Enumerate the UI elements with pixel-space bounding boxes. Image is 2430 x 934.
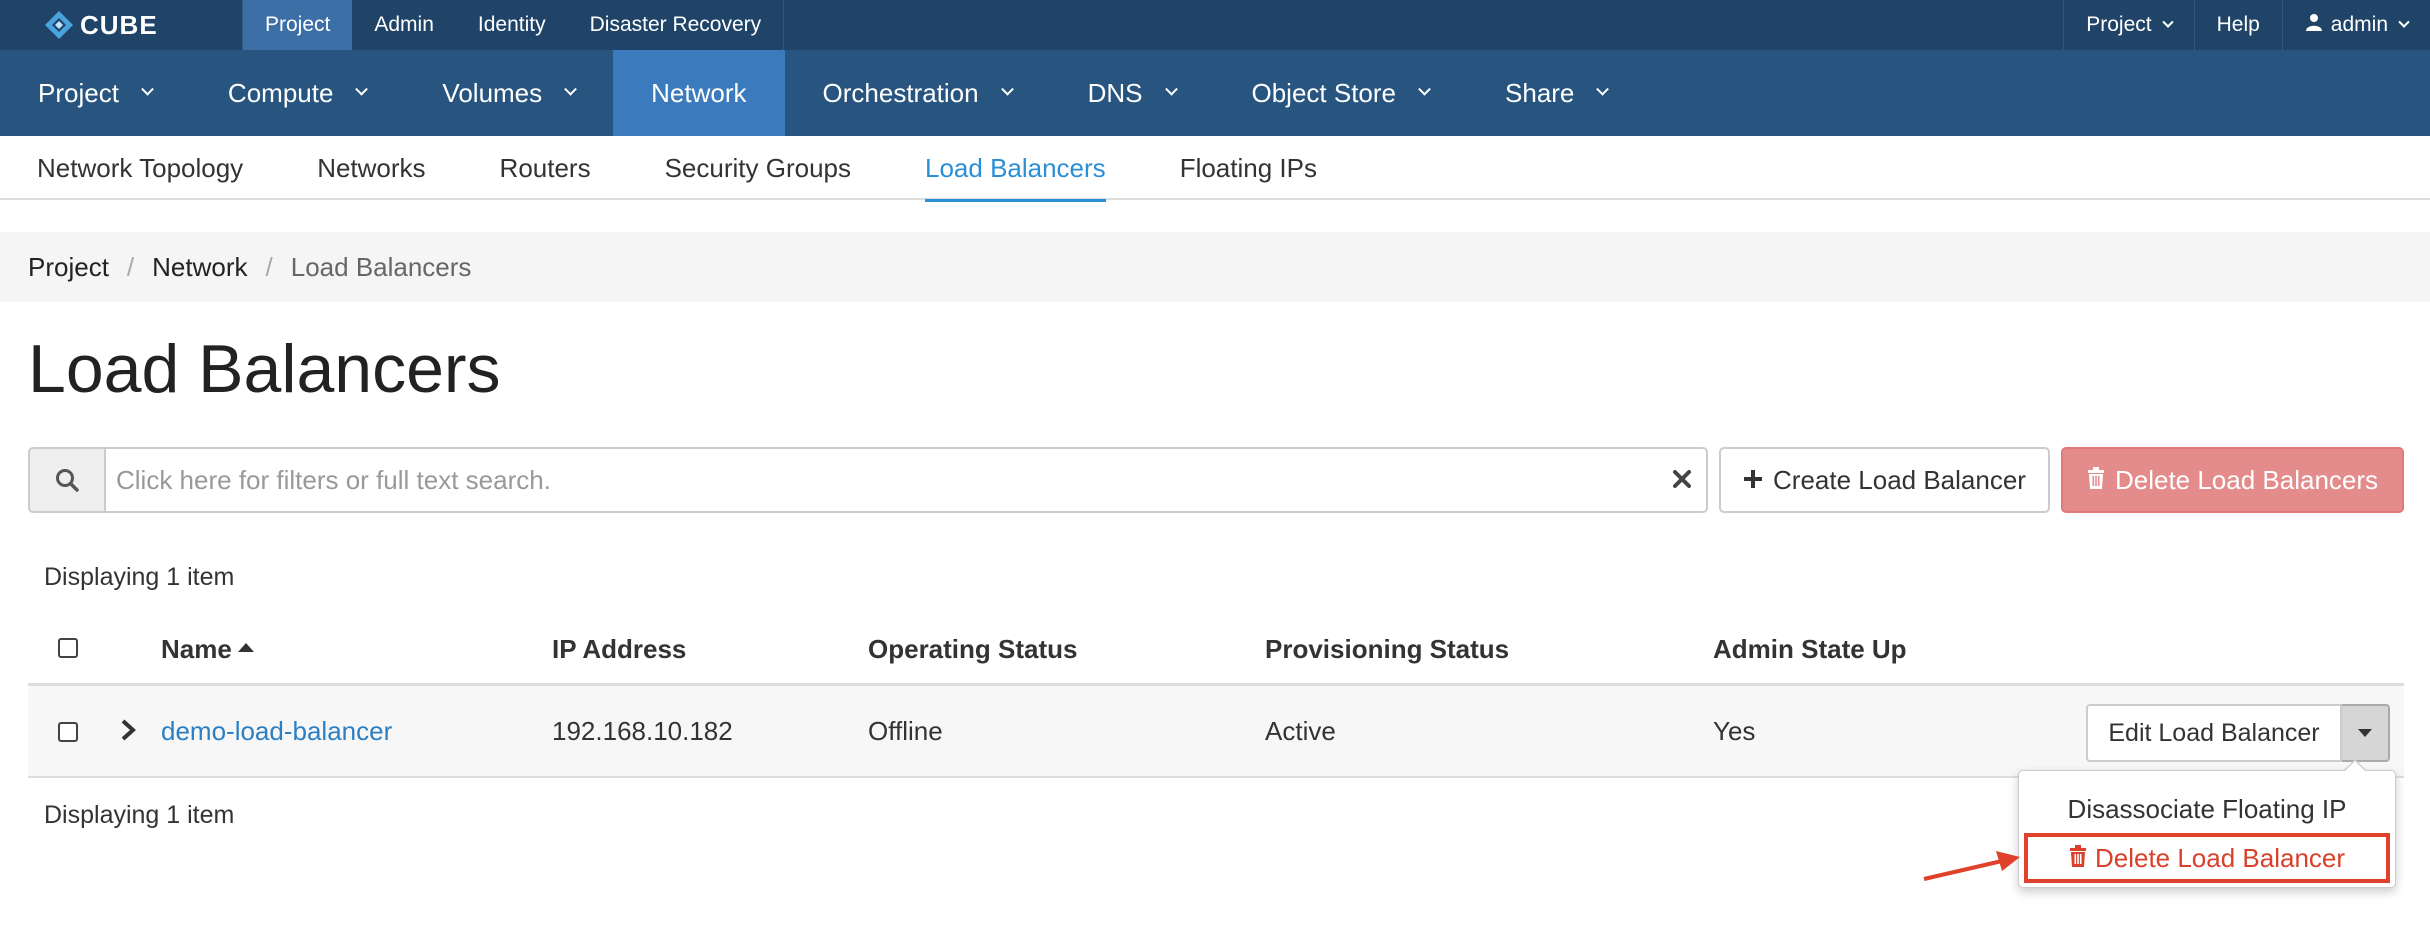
tab-floating-ips[interactable]: Floating IPs xyxy=(1143,136,1354,200)
mainnav-label: Compute xyxy=(227,77,334,108)
chevron-down-icon xyxy=(1164,82,1178,96)
row-actions: Edit Load Balancer xyxy=(2086,704,2390,762)
help-link[interactable]: Help xyxy=(2193,0,2282,50)
mainnav-dns[interactable]: DNS xyxy=(1050,50,1214,136)
search-icon[interactable] xyxy=(28,447,104,513)
breadcrumb-current: Load Balancers xyxy=(290,251,472,282)
tab-routers[interactable]: Routers xyxy=(463,136,628,200)
brand-logo[interactable]: CUBE xyxy=(44,0,158,50)
row-actions-dropdown-toggle[interactable] xyxy=(2342,704,2390,762)
plus-icon xyxy=(1743,465,1763,496)
mainnav-label: Object Store xyxy=(1251,77,1397,108)
mainnav-label: Project xyxy=(38,77,119,108)
chevron-down-icon xyxy=(564,82,578,96)
mainnav-share[interactable]: Share xyxy=(1467,50,1645,136)
breadcrumb-project[interactable]: Project xyxy=(28,252,109,283)
topnav-identity[interactable]: Identity xyxy=(456,0,568,50)
sub-nav: Network Topology Networks Routers Securi… xyxy=(0,136,2430,202)
sort-ascending-icon xyxy=(237,643,254,652)
top-bar: CUBE Project Admin Identity Disaster Rec… xyxy=(0,0,2430,50)
load-balancers-table: Name IP Address Operating Status Provisi… xyxy=(28,612,2404,778)
breadcrumb-separator: / xyxy=(265,251,273,282)
chevron-down-icon xyxy=(141,82,154,96)
mainnav-compute[interactable]: Compute xyxy=(190,50,405,136)
chevron-down-icon xyxy=(1596,82,1610,96)
cell-provisioning-status: Active xyxy=(1265,716,1336,746)
delete-load-balancer-label: Delete Load Balancer xyxy=(2094,842,2346,873)
search-bar xyxy=(28,447,1708,513)
cell-operating-status: Offline xyxy=(868,716,943,746)
breadcrumb: Project / Network / Load Balancers xyxy=(0,232,2430,302)
mainnav-orchestration[interactable]: Orchestration xyxy=(785,50,1050,136)
breadcrumb-separator: / xyxy=(126,251,135,282)
load-balancer-name-link[interactable]: demo-load-balancer xyxy=(161,716,392,747)
mainnav-label: Network xyxy=(651,77,747,108)
mainnav-project[interactable]: Project xyxy=(0,50,190,136)
mainnav-label: Share xyxy=(1505,77,1575,108)
page-title: Load Balancers xyxy=(28,331,501,407)
breadcrumb-network[interactable]: Network xyxy=(152,252,247,283)
clear-search-icon[interactable] xyxy=(1670,467,1694,491)
row-actions-menu: Disassociate Floating IP Delete Load Bal… xyxy=(2018,759,2396,888)
tab-network-topology[interactable]: Network Topology xyxy=(0,136,280,200)
trash-icon xyxy=(2069,843,2087,874)
edit-load-balancer-button[interactable]: Edit Load Balancer xyxy=(2086,704,2342,762)
trash-icon xyxy=(2087,465,2105,496)
tab-load-balancers[interactable]: Load Balancers xyxy=(888,136,1143,202)
header-name-label: Name xyxy=(161,634,232,664)
brand-name: CUBE xyxy=(80,9,158,40)
mainnav-object-store[interactable]: Object Store xyxy=(1214,50,1468,136)
topnav-disaster-recovery[interactable]: Disaster Recovery xyxy=(568,0,784,50)
caret-down-icon xyxy=(2358,729,2372,737)
chevron-down-icon xyxy=(1418,82,1431,96)
mainnav-label: Volumes xyxy=(442,77,543,108)
menu-item-delete-load-balancer[interactable]: Delete Load Balancer xyxy=(2024,833,2390,883)
item-count-bottom: Displaying 1 item xyxy=(44,801,235,829)
topnav-project[interactable]: Project xyxy=(243,0,353,50)
annotation-arrow-icon xyxy=(1923,851,2020,881)
mainnav-label: DNS xyxy=(1087,77,1143,108)
top-right-menu: Project Help admin xyxy=(2063,0,2430,50)
table-row: demo-load-balancer 192.168.10.182 Offlin… xyxy=(28,686,2404,778)
cube-logo-icon xyxy=(44,10,74,40)
chevron-down-icon xyxy=(2398,16,2410,28)
mainnav-volumes[interactable]: Volumes xyxy=(404,50,613,136)
tab-security-groups[interactable]: Security Groups xyxy=(628,136,888,200)
row-checkbox[interactable] xyxy=(58,722,78,742)
user-name: admin xyxy=(2330,13,2388,36)
top-nav: Project Admin Identity Disaster Recovery xyxy=(242,0,785,50)
mainnav-label: Orchestration xyxy=(822,77,979,108)
chevron-down-icon xyxy=(1000,82,1014,96)
select-all-checkbox[interactable] xyxy=(58,638,78,658)
project-selector-label: Project xyxy=(2086,13,2152,36)
user-menu[interactable]: admin xyxy=(2281,0,2430,50)
user-icon xyxy=(2305,13,2323,37)
delete-load-balancers-button[interactable]: Delete Load Balancers xyxy=(2061,447,2404,513)
chevron-down-icon xyxy=(355,82,369,96)
table-header: Name IP Address Operating Status Provisi… xyxy=(28,612,2404,686)
delete-load-balancers-label: Delete Load Balancers xyxy=(2114,464,2379,495)
menu-item-disassociate-floating-ip[interactable]: Disassociate Floating IP xyxy=(2019,787,2395,831)
tab-networks[interactable]: Networks xyxy=(280,136,462,200)
cell-admin-state-up: Yes xyxy=(1713,716,1756,746)
header-provisioning-status[interactable]: Provisioning Status xyxy=(1265,634,1509,665)
project-selector[interactable]: Project xyxy=(2063,0,2193,50)
chevron-down-icon xyxy=(2161,16,2174,28)
create-load-balancer-button[interactable]: Create Load Balancer xyxy=(1719,447,2050,513)
header-name[interactable]: Name xyxy=(161,634,254,665)
mainnav-network[interactable]: Network xyxy=(613,50,785,136)
cell-ip-address: 192.168.10.182 xyxy=(552,716,733,746)
main-nav: Project Compute Volumes Network Orchestr… xyxy=(0,50,2430,136)
header-ip-address[interactable]: IP Address xyxy=(552,634,686,665)
topnav-admin[interactable]: Admin xyxy=(352,0,456,50)
header-admin-state-up[interactable]: Admin State Up xyxy=(1713,634,1907,665)
create-load-balancer-label: Create Load Balancer xyxy=(1773,464,2026,495)
expand-row-icon[interactable] xyxy=(120,718,136,749)
item-count-top: Displaying 1 item xyxy=(44,563,235,591)
search-input[interactable] xyxy=(104,447,1708,513)
header-operating-status[interactable]: Operating Status xyxy=(868,634,1077,665)
